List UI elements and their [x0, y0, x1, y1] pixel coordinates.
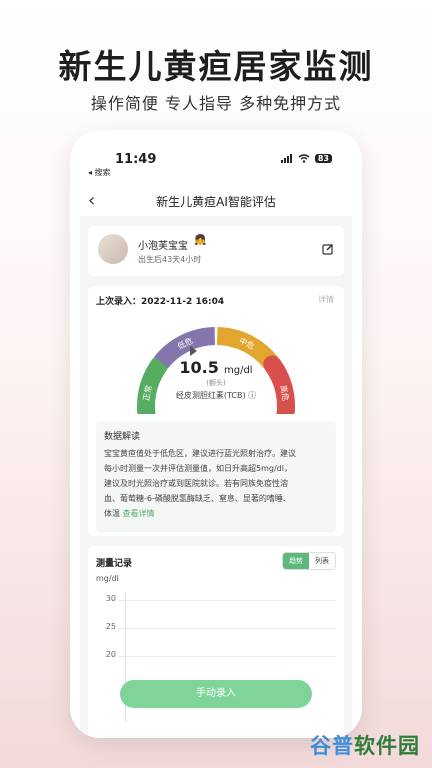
watermark-part2: 软件园	[354, 734, 420, 758]
reading-value-row: 10.5 mg/dl	[88, 358, 344, 377]
analysis-box: 数据解读 宝宝黄疸值处于低危区，建议进行蓝光照射治疗。建议 每小时测量一次并评估…	[96, 422, 336, 532]
wifi-icon	[298, 154, 310, 163]
baby-name: 小泡芙宝宝	[138, 241, 188, 252]
records-title: 测量记录	[96, 559, 133, 569]
status-time: 11:49	[115, 152, 157, 167]
analysis-line: 体温	[104, 509, 120, 518]
measure-method[interactable]: 经皮测胆红素(TCB) ⓘ	[88, 390, 344, 401]
analysis-line: 血、葡萄糖-6-磷酸脱氢酶缺乏、窒息、显著的嗜睡、	[104, 494, 291, 503]
signal-icon	[280, 154, 292, 163]
gridline	[118, 656, 336, 657]
page-title: 新生儿黄疸AI智能评估	[156, 195, 276, 209]
y-tick-label: 25	[105, 622, 116, 631]
y-tick-label: 30	[105, 594, 116, 603]
watermark: 谷普软件园	[310, 730, 420, 760]
records-unit: mg/dl	[96, 574, 119, 583]
analysis-text: 宝宝黄疸值处于低危区，建议进行蓝光照射治疗。建议 每小时测量一次并评估测量值，如…	[104, 446, 330, 521]
promo-subtitle: 操作简便 专人指导 多种免押方式	[90, 94, 342, 113]
phone-frame: 11:49 ◂ 搜索 83 ‹ 新生儿黄疸AI智能评估 小泡芙宝宝 👧 出生后4…	[70, 130, 362, 738]
promo-title: 新生儿黄疸居家监测	[58, 47, 374, 86]
avatar	[98, 234, 128, 264]
battery-indicator: 83	[314, 154, 332, 163]
status-icons: 83	[280, 154, 332, 163]
baby-age: 出生后43天4小时	[138, 255, 202, 264]
reading-unit: mg/dl	[223, 365, 253, 376]
gridline	[118, 600, 336, 601]
edit-icon[interactable]	[322, 243, 334, 255]
analysis-line: 宝宝黄疸值处于低危区，建议进行蓝光照射治疗。建议	[104, 449, 296, 458]
view-details-link[interactable]: 查看详情	[123, 509, 155, 518]
tab-list[interactable]: 列表	[309, 553, 335, 569]
baby-profile-card[interactable]: 小泡芙宝宝 👧 出生后43天4小时	[88, 226, 344, 276]
reading-value: 10.5	[179, 358, 219, 377]
analysis-title: 数据解读	[104, 432, 141, 442]
analysis-line: 每小时测量一次并评估测量值，如日升高超5mg/dl，	[104, 464, 292, 473]
reading-card: 上次录入：2022-11-2 16:04 详情 正常 低危 中危 高危 10.5 mg…	[88, 286, 344, 536]
baby-emoji-icon: 👧	[194, 235, 207, 246]
status-bar: 11:49 ◂ 搜索 83	[70, 150, 362, 180]
gridline	[118, 628, 336, 629]
main-content: 小泡芙宝宝 👧 出生后43天4小时 上次录入：2022-11-2 16:04 详…	[80, 216, 352, 738]
records-card: 测量记录 趋势 列表 mg/dl 30 25 20	[88, 546, 344, 738]
watermark-part1: 谷普	[310, 734, 354, 758]
tab-trend[interactable]: 趋势	[283, 553, 309, 569]
measure-position: (额头)	[206, 379, 226, 387]
analysis-line: 建议及时光照治疗或到医院就诊。若有同族免疫性溶	[104, 479, 288, 488]
y-tick-label: 20	[105, 650, 116, 659]
manual-entry-button[interactable]: 手动录入	[120, 680, 312, 708]
nav-bar: ‹ 新生儿黄疸AI智能评估	[70, 188, 362, 218]
back-to-app-link[interactable]: ◂ 搜索	[88, 167, 111, 178]
view-toggle: 趋势 列表	[282, 552, 336, 570]
